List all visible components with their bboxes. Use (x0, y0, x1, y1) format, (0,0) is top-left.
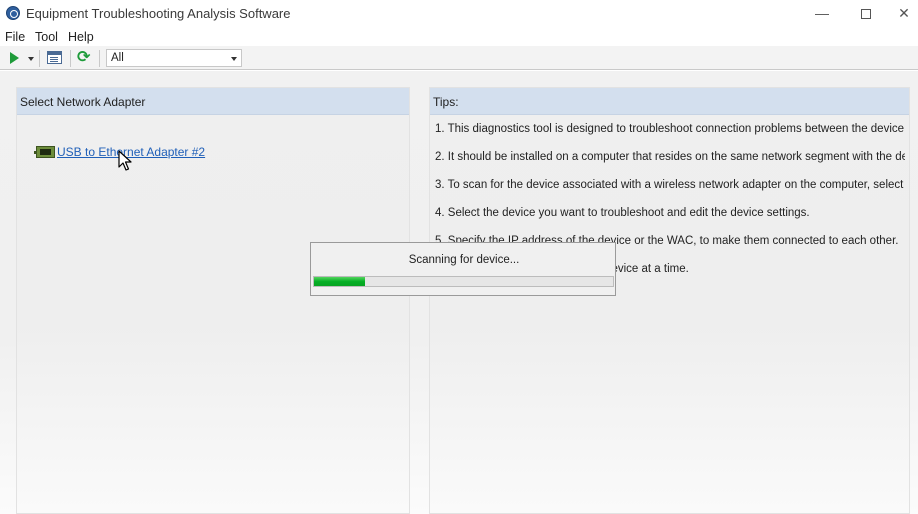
menu-help[interactable]: Help (68, 30, 94, 44)
window-title: Equipment Troubleshooting Analysis Softw… (26, 6, 291, 21)
window-icon[interactable] (47, 51, 62, 64)
tip-item: 2. It should be installed on a computer … (435, 151, 905, 163)
run-dropdown-arrow-icon[interactable] (28, 57, 34, 61)
title-bar: Equipment Troubleshooting Analysis Softw… (0, 0, 918, 28)
toolbar: ⟳ All (0, 46, 918, 70)
tips-panel-header: Tips: (430, 88, 909, 115)
scanning-progress-dialog: Scanning for device... (310, 242, 616, 296)
progress-label: Scanning for device... (408, 254, 520, 266)
menu-tool[interactable]: Tool (35, 30, 58, 44)
progress-bar (313, 276, 614, 287)
progress-bar-fill (314, 277, 365, 286)
app-logo-icon (6, 6, 20, 20)
tip-item: 4. Select the device you want to trouble… (435, 207, 810, 219)
refresh-icon[interactable]: ⟳ (77, 50, 93, 66)
tips-panel: Tips: 1. This diagnostics tool is design… (429, 87, 910, 514)
filter-select-value: All (111, 52, 124, 64)
maximize-icon (861, 9, 871, 19)
network-adapter-panel-header: Select Network Adapter (17, 88, 409, 115)
network-card-icon (34, 146, 55, 158)
toolbar-separator (39, 50, 40, 67)
play-icon[interactable] (10, 52, 19, 64)
tip-item: 1. This diagnostics tool is designed to … (435, 123, 905, 135)
mouse-pointer-icon (118, 150, 132, 171)
minimize-button[interactable]: — (800, 0, 844, 28)
menu-file[interactable]: File (5, 30, 25, 44)
toolbar-separator (70, 50, 71, 67)
filter-select[interactable]: All (106, 49, 242, 67)
menu-bar: File Tool Help (0, 28, 918, 46)
tip-item: 3. To scan for the device associated wit… (435, 179, 904, 191)
toolbar-separator (99, 50, 100, 67)
network-adapter-panel: Select Network Adapter USB to Ethernet A… (16, 87, 410, 514)
chevron-down-icon (231, 57, 237, 61)
close-button[interactable]: ✕ (882, 0, 918, 28)
